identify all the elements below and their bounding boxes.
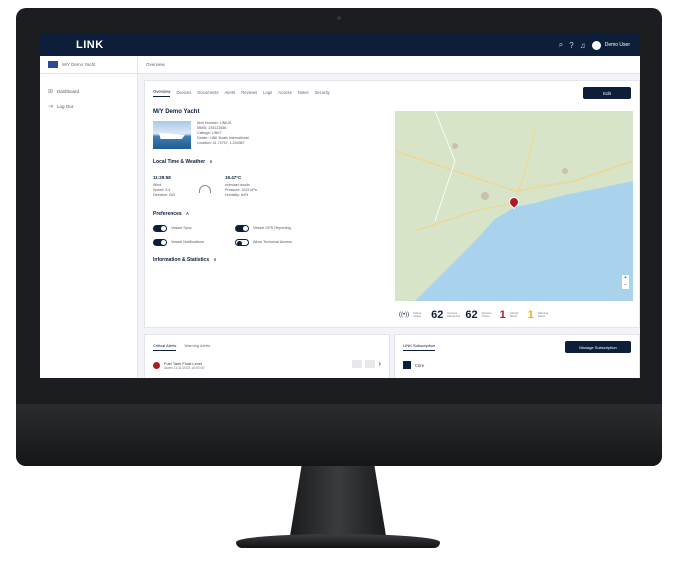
toggle-label: Vessel GPS Reporting bbox=[253, 226, 291, 230]
sidebar: ⊞ Dashboard ⇥ Log Out bbox=[40, 74, 138, 378]
preferences-header[interactable]: Preferences ∧ bbox=[153, 211, 189, 217]
sidebar-item-logout[interactable]: ⇥ Log Out bbox=[40, 99, 137, 114]
chevron-right-icon[interactable]: › bbox=[378, 359, 381, 368]
app-logo[interactable]: LINK bbox=[76, 39, 104, 51]
tab-subscription[interactable]: LINK Subscription bbox=[403, 343, 436, 351]
vessel-name: M/Y Demo Yacht bbox=[153, 109, 200, 115]
stat-critical-alerts: 1 bbox=[499, 309, 506, 321]
main-content: Overview Devices Documents Alerts Review… bbox=[138, 74, 640, 378]
tab-overview[interactable]: Overview bbox=[153, 89, 171, 97]
sidebar-item-dashboard[interactable]: ⊞ Dashboard bbox=[40, 84, 137, 99]
breadcrumb: Overview bbox=[146, 62, 165, 67]
tab-devices[interactable]: Devices bbox=[176, 90, 191, 97]
toggle-label: Allow Technical Access bbox=[253, 240, 292, 244]
vessel-map[interactable]: + − bbox=[395, 111, 633, 301]
map-zoom-control[interactable]: + − bbox=[622, 275, 629, 289]
vessel-selector-label: M/Y Demo Yacht bbox=[62, 62, 96, 67]
tab-reviews[interactable]: Reviews bbox=[241, 90, 257, 97]
stat-devices-monitored: 62 bbox=[431, 309, 444, 321]
sub-header: M/Y Demo Yacht Overview bbox=[40, 56, 640, 74]
tab-notes[interactable]: Notes bbox=[298, 90, 309, 97]
wind-info: Wind Speed: 5.4 Direction: 263 bbox=[153, 183, 175, 198]
toggle-technical-access[interactable] bbox=[235, 239, 249, 246]
tab-access[interactable]: Access bbox=[278, 90, 292, 97]
user-name[interactable]: Demo User bbox=[605, 42, 630, 48]
chevron-up-icon: ∧ bbox=[209, 159, 213, 165]
stats-bar: ((•)) Status: Online 62 Devices Monitore… bbox=[395, 305, 633, 325]
tab-critical-alerts[interactable]: Critical Alerts bbox=[153, 343, 177, 351]
subscription-plan: Core bbox=[403, 361, 424, 369]
plan-icon bbox=[403, 361, 411, 369]
stat-label: Devices Online bbox=[481, 310, 492, 318]
section-title: Local Time & Weather bbox=[153, 159, 206, 165]
camera bbox=[337, 16, 341, 20]
vessel-photo bbox=[153, 121, 191, 149]
weather-line: Humidity: 64% bbox=[225, 193, 249, 197]
section-title: Information & Statistics bbox=[153, 257, 210, 263]
top-navbar: LINK ⌕ ? ♫ Demo User bbox=[40, 34, 640, 56]
section-title: Preferences bbox=[153, 211, 182, 217]
help-icon[interactable]: ? bbox=[569, 41, 573, 50]
stat-label: Critical Alerts bbox=[509, 310, 519, 318]
tab-logs[interactable]: Logs bbox=[263, 90, 272, 97]
avatar[interactable] bbox=[591, 40, 601, 50]
sidebar-item-label: Log Out bbox=[57, 104, 74, 109]
stat-warning-alerts: 1 bbox=[527, 309, 534, 321]
alert-icon bbox=[153, 362, 160, 369]
app-screen: LINK ⌕ ? ♫ Demo User M/Y Demo Yacht Over… bbox=[40, 34, 640, 378]
subscription-card: LINK Subscription Manage Subscription Co… bbox=[394, 334, 640, 378]
alert-row[interactable]: Fuel Tank Float Level Alarm 11/11/2023 1… bbox=[153, 361, 204, 370]
tab-documents[interactable]: Documents bbox=[197, 90, 218, 97]
imac-mockup: LINK ⌕ ? ♫ Demo User M/Y Demo Yacht Over… bbox=[0, 0, 674, 561]
tab-alerts[interactable]: Alerts bbox=[225, 90, 236, 97]
pager-prev[interactable] bbox=[352, 359, 363, 368]
chevron-down-icon: ∨ bbox=[213, 257, 217, 263]
alert-subtitle: Alarm 11/11/2023 15:00:00 bbox=[164, 366, 205, 370]
vessel-selector[interactable]: M/Y Demo Yacht bbox=[40, 56, 138, 73]
pager-page[interactable] bbox=[365, 359, 376, 368]
tab-security[interactable]: Security bbox=[315, 90, 330, 97]
bell-icon[interactable]: ♫ bbox=[580, 41, 586, 50]
tab-warning-alerts[interactable]: Warning Alerts bbox=[184, 343, 210, 351]
manage-subscription-button[interactable]: Manage Subscription bbox=[565, 341, 631, 353]
toggle-gps-reporting[interactable] bbox=[235, 225, 249, 232]
weather-info: overcast clouds Pressure: 1023 hPa Humid… bbox=[225, 183, 257, 198]
stat-label: Warning Alerts bbox=[537, 310, 549, 318]
grid-icon: ⊞ bbox=[48, 89, 54, 95]
local-time: 11:29:58 bbox=[153, 175, 171, 180]
wind-line: Direction: 263 bbox=[153, 193, 176, 197]
alerts-pager: › bbox=[352, 359, 381, 368]
wind-gauge-icon bbox=[199, 185, 211, 193]
signal-icon: ((•)) bbox=[399, 312, 410, 318]
stat-label: Status: Online bbox=[413, 310, 422, 318]
temperature: 19.47°C bbox=[225, 175, 242, 180]
monitor-chin bbox=[16, 404, 662, 466]
overview-card: Overview Devices Documents Alerts Review… bbox=[144, 80, 640, 328]
monitor-base bbox=[236, 534, 440, 548]
search-icon[interactable]: ⌕ bbox=[559, 40, 563, 50]
info-stats-header[interactable]: Information & Statistics ∨ bbox=[153, 257, 217, 263]
toggle-notifications[interactable] bbox=[153, 239, 167, 246]
stat-label: Devices Monitored bbox=[447, 310, 460, 318]
toggle-label: Vessel Notifications bbox=[171, 240, 204, 244]
monitor-stand bbox=[290, 466, 386, 536]
stat-devices-online: 62 bbox=[465, 309, 478, 321]
chevron-up-icon: ∧ bbox=[185, 211, 190, 217]
plan-name: Core bbox=[415, 362, 425, 368]
toggle-label: Vessel Sync bbox=[171, 226, 192, 230]
vessel-details: Item Number: LINK01 MMSI: 235123456 Call… bbox=[197, 121, 249, 146]
edit-button[interactable]: Edit bbox=[583, 87, 631, 99]
vessel-tabs: Overview Devices Documents Alerts Review… bbox=[145, 81, 639, 97]
sidebar-item-label: Dashboard bbox=[57, 89, 80, 94]
logout-icon: ⇥ bbox=[48, 104, 54, 110]
vessel-detail: Location: 41.74757, 1.244987 bbox=[197, 141, 245, 145]
alerts-card: Critical Alerts Warning Alerts Fuel Tank… bbox=[144, 334, 390, 378]
local-time-header[interactable]: Local Time & Weather ∧ bbox=[153, 159, 213, 165]
flag-icon bbox=[48, 61, 58, 68]
toggle-vessel-sync[interactable] bbox=[153, 225, 167, 232]
